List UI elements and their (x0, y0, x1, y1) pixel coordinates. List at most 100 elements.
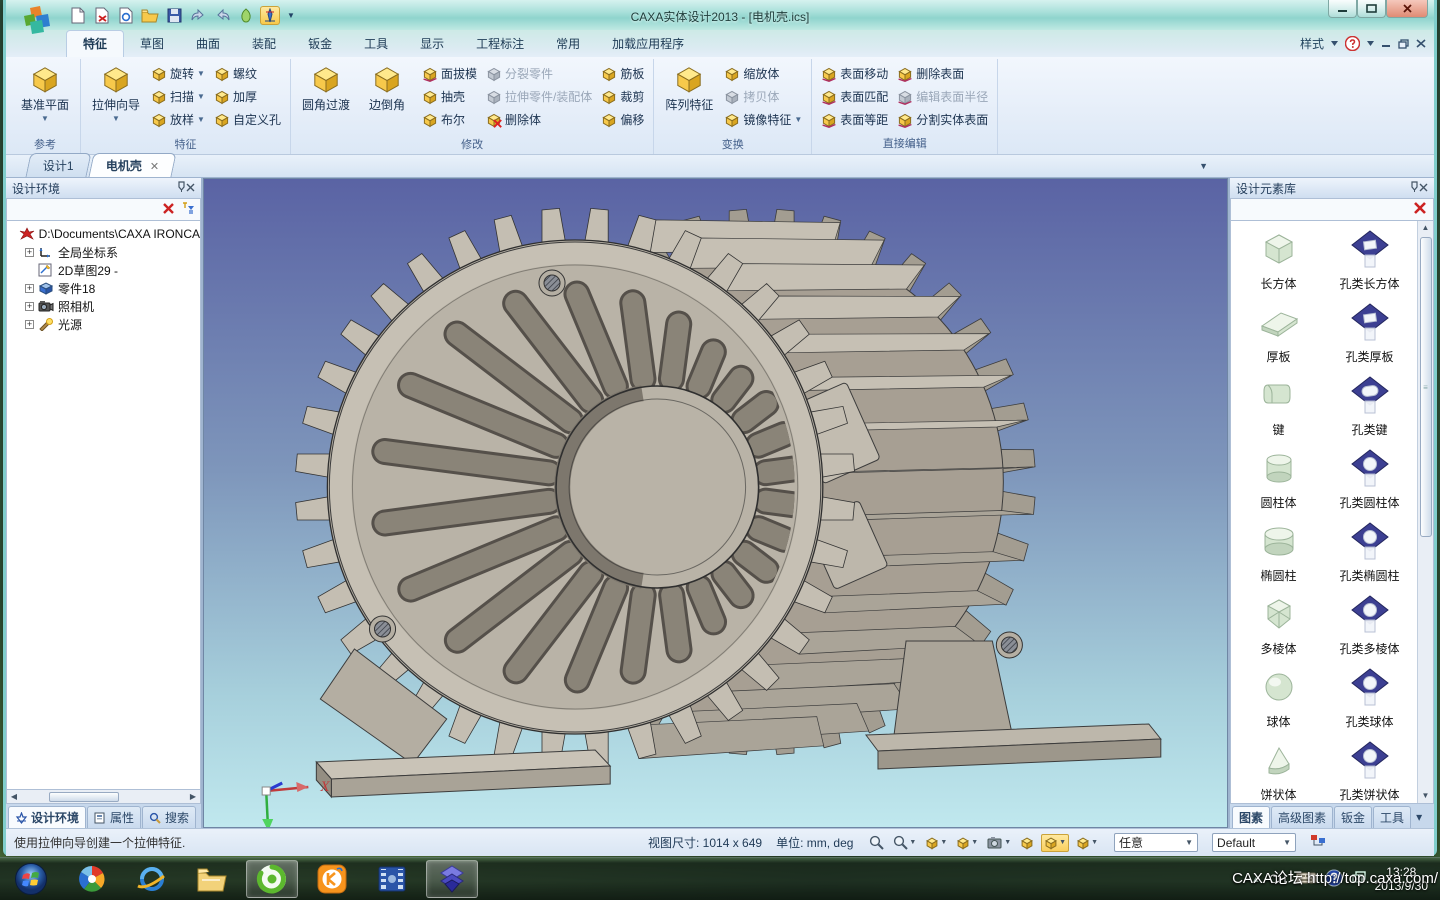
cancel-selection-icon[interactable] (162, 202, 175, 218)
help-dropdown-arrow-icon[interactable] (1367, 41, 1374, 46)
expand-icon[interactable]: + (25, 320, 34, 329)
chamfer-button[interactable]: 边倒角 (358, 60, 416, 134)
pattern-feature-button[interactable]: 阵列特征 (660, 60, 718, 134)
library-cancel-icon[interactable] (1413, 201, 1427, 218)
expand-icon[interactable]: + (25, 302, 34, 311)
tab-加载应用程序[interactable]: 加载应用程序 (596, 31, 700, 57)
minimize-button[interactable] (1328, 0, 1357, 18)
offset-button[interactable]: 偏移 (598, 109, 647, 130)
doc-tab-设计1[interactable]: 设计1 (25, 153, 91, 177)
help-icon[interactable] (1345, 36, 1360, 51)
library-item-键[interactable]: 键 (1233, 373, 1324, 443)
library-item-圆柱体[interactable]: 圆柱体 (1233, 446, 1324, 516)
library-item-孔类多棱体[interactable]: 孔类多棱体 (1324, 592, 1415, 662)
library-tab-图素[interactable]: 图素 (1232, 806, 1270, 828)
library-tabs-overflow-icon[interactable]: ▾ (1412, 806, 1426, 828)
thicken-button[interactable]: 加厚 (211, 86, 284, 107)
library-item-椭圆柱[interactable]: 椭圆柱 (1233, 519, 1324, 589)
taskbar-clock[interactable]: 13:28 2013/9/30 (1375, 865, 1436, 893)
library-tab-高级图素[interactable]: 高级图素 (1271, 806, 1333, 828)
face-match-button[interactable]: 表面匹配 (818, 86, 891, 107)
library-item-孔类长方体[interactable]: 孔类长方体 (1324, 227, 1415, 297)
library-item-多棱体[interactable]: 多棱体 (1233, 592, 1324, 662)
expand-icon[interactable]: + (25, 248, 34, 257)
face-move-button[interactable]: 表面移动 (818, 63, 891, 84)
tree-filter-icon[interactable] (181, 201, 196, 218)
title-bar[interactable]: ▼ CAXA实体设计2013 - [电机壳.ics] (6, 0, 1434, 30)
tab-工具[interactable]: 工具 (348, 31, 404, 57)
tab-常用[interactable]: 常用 (540, 31, 596, 57)
library-item-孔类椭圆柱[interactable]: 孔类椭圆柱 (1324, 519, 1415, 589)
panel-tab-搜索[interactable]: 搜索 (142, 806, 196, 828)
snapshot-icon[interactable]: ▼ (985, 835, 1013, 850)
render-settings-icon[interactable]: ▼ (1074, 835, 1100, 851)
tab-特征[interactable]: 特征 (66, 30, 124, 57)
face-draft-button[interactable]: 面拔模 (419, 63, 480, 84)
library-item-孔类饼状体[interactable]: 孔类饼状体 (1324, 738, 1415, 804)
delete-body-button[interactable]: 删除体 (483, 109, 595, 130)
fillet-button[interactable]: 圆角过渡 (297, 60, 355, 134)
library-item-球体[interactable]: 球体 (1233, 665, 1324, 735)
trim-button[interactable]: 裁剪 (598, 86, 647, 107)
custom-hole-button[interactable]: 自定义孔 (211, 109, 284, 130)
tree-item-光源[interactable]: +光源 (11, 315, 200, 333)
panel-tab-属性[interactable]: 属性 (87, 806, 141, 828)
maximize-button[interactable] (1357, 0, 1386, 18)
tray-window-icon[interactable] (1352, 871, 1366, 887)
file-explorer-icon[interactable] (186, 860, 238, 898)
tree-horizontal-scrollbar[interactable]: ◀▶ (6, 790, 201, 804)
tab-草图[interactable]: 草图 (124, 31, 180, 57)
library-item-孔类厚板[interactable]: 孔类厚板 (1324, 300, 1415, 370)
close-library-icon[interactable] (1419, 181, 1428, 195)
delete-face-button[interactable]: 删除表面 (894, 63, 991, 84)
style-dropdown-arrow-icon[interactable] (1331, 41, 1338, 46)
3d-viewport[interactable]: XY (203, 178, 1228, 828)
display-shaded-icon[interactable]: ▼ (954, 835, 980, 851)
scale-body-button[interactable]: 缩放体 (721, 63, 805, 84)
display-wireframe-icon[interactable] (1018, 835, 1036, 851)
library-item-厚板[interactable]: 厚板 (1233, 300, 1324, 370)
boolean-button[interactable]: 布尔 (419, 109, 480, 130)
restore-doc-icon[interactable] (1398, 39, 1409, 49)
extrude-wizard-button[interactable]: 拉伸向导▼ (87, 60, 145, 134)
doc-tabs-overflow-icon[interactable]: ▼ (1199, 161, 1208, 171)
close-doc-icon[interactable] (1416, 39, 1426, 48)
zoom-all-icon[interactable] (867, 834, 886, 851)
view-orientation-icon[interactable]: ▼ (923, 835, 949, 851)
face-offset-button[interactable]: 表面等距 (818, 109, 891, 130)
style-dropdown[interactable]: 样式 (1300, 35, 1324, 52)
pin-panel-icon[interactable] (177, 181, 186, 195)
workspace-icon[interactable] (1310, 834, 1326, 851)
tab-曲面[interactable]: 曲面 (180, 31, 236, 57)
thread-button[interactable]: 螺纹 (211, 63, 284, 84)
split-face-button[interactable]: 分割实体表面 (894, 109, 991, 130)
shell-button[interactable]: 抽壳 (419, 86, 480, 107)
close-panel-icon[interactable] (186, 181, 195, 195)
close-button[interactable] (1386, 0, 1428, 18)
tree-item-零件18[interactable]: +零件18 (11, 279, 200, 297)
datum-plane-button[interactable]: 基准平面▼ (16, 60, 74, 134)
media-player-icon[interactable] (366, 860, 418, 898)
language-indicator[interactable]: CH (1269, 872, 1286, 886)
sweep-button[interactable]: 扫描▼ (148, 86, 208, 107)
internet-explorer-icon[interactable] (126, 860, 178, 898)
library-item-孔类圆柱体[interactable]: 孔类圆柱体 (1324, 446, 1415, 516)
doc-tab-电机壳[interactable]: 电机壳✕ (88, 153, 176, 177)
caxa-app-icon[interactable] (426, 860, 478, 898)
close-tab-icon[interactable]: ✕ (150, 161, 159, 173)
minimize-doc-icon[interactable] (1381, 39, 1391, 48)
app-logo-icon[interactable] (20, 2, 56, 36)
tab-工程标注[interactable]: 工程标注 (460, 31, 540, 57)
keyboard-icon[interactable] (1296, 872, 1316, 887)
library-scrollbar[interactable]: ▲ ≡ ▼ (1417, 221, 1433, 803)
display-solid-icon[interactable]: ▼ (1041, 834, 1069, 852)
library-item-孔类键[interactable]: 孔类键 (1324, 373, 1415, 443)
library-item-长方体[interactable]: 长方体 (1233, 227, 1324, 297)
panel-tab-设计环境[interactable]: 设计环境 (8, 806, 86, 828)
tree-item-root[interactable]: D:\Documents\CAXA IRONCA (11, 225, 200, 243)
pinwheel-suite-icon[interactable] (66, 860, 118, 898)
snap-mode-select[interactable]: 任意▼ (1114, 833, 1198, 852)
config-select[interactable]: Default▼ (1212, 833, 1296, 852)
tab-钣金[interactable]: 钣金 (292, 31, 348, 57)
zoom-window-icon[interactable]: ▼ (891, 834, 918, 851)
